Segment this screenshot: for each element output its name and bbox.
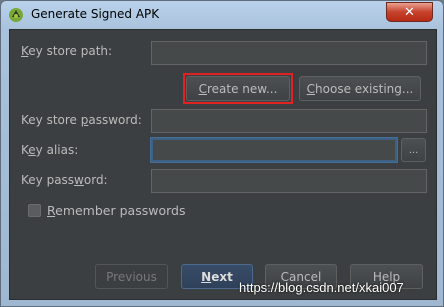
key-store-password-label: Key store password: xyxy=(21,113,142,127)
previous-button[interactable]: Previous xyxy=(95,264,168,289)
key-alias-input[interactable] xyxy=(151,138,397,162)
key-password-label: Key password: xyxy=(21,173,108,187)
key-store-path-label-text: ey store path: xyxy=(28,44,113,58)
title-bar[interactable]: Generate Signed APK ✕ xyxy=(1,1,443,29)
choose-existing-button-label: Choose existing... xyxy=(306,81,414,96)
key-store-path-label: Key store path: xyxy=(21,44,113,58)
browse-alias-button[interactable]: ... xyxy=(401,138,426,162)
android-studio-icon xyxy=(9,8,23,22)
key-alias-label: Key alias: xyxy=(21,143,79,157)
create-new-button[interactable]: Create new... xyxy=(186,76,290,101)
remember-passwords-checkbox[interactable] xyxy=(28,204,41,217)
next-button-label: Next xyxy=(201,269,233,284)
dialog-content: Key store path: Create new... Choose exi… xyxy=(9,29,437,300)
dialog-window: Generate Signed APK ✕ Key store path: Cr… xyxy=(0,0,444,307)
browse-alias-label: ... xyxy=(408,144,419,156)
key-store-path-input[interactable] xyxy=(151,41,427,65)
previous-button-label: Previous xyxy=(106,269,157,284)
create-new-button-label: Create new... xyxy=(198,81,278,96)
key-password-input[interactable] xyxy=(151,169,427,193)
close-button[interactable]: ✕ xyxy=(386,2,433,22)
close-icon: ✕ xyxy=(404,4,415,20)
key-store-password-input[interactable] xyxy=(151,109,427,133)
window-title: Generate Signed APK xyxy=(31,7,160,21)
choose-existing-button[interactable]: Choose existing... xyxy=(299,76,421,101)
watermark-text: https://blog.csdn.net/xkai007 xyxy=(239,280,404,295)
remember-passwords-label[interactable]: Remember passwords xyxy=(47,203,185,218)
